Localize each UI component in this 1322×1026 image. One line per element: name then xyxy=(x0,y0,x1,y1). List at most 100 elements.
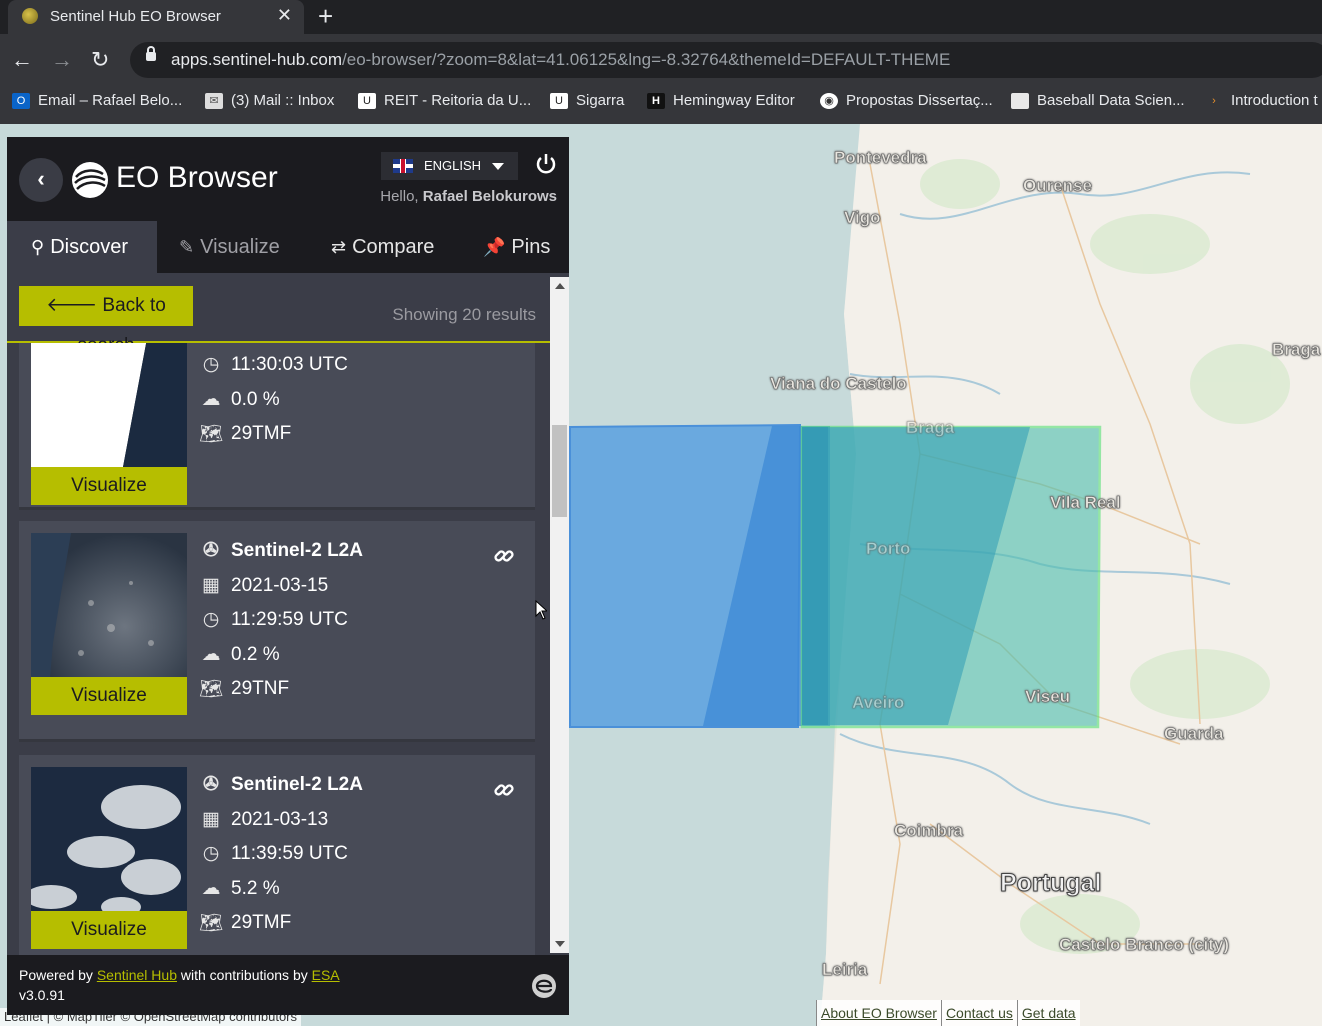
about-eo-browser-link[interactable]: About EO Browser xyxy=(816,1000,941,1026)
result-card: Visualize ✇ Sentinel-2 L2A ▦ 2021-03-13 ◷ 1… xyxy=(19,755,535,955)
url-text: apps.sentinel-hub.com/eo-browser/?zoom=8… xyxy=(171,50,950,70)
contact-us-link[interactable]: Contact us xyxy=(940,1000,1017,1026)
chevron-icon: › xyxy=(1212,94,1216,107)
map-label-braga: Braga xyxy=(906,418,955,438)
cloud-icon: ☁ xyxy=(201,389,221,410)
map-label-ourense: Ourense xyxy=(1023,176,1093,196)
clock-icon: ◷ xyxy=(202,609,220,630)
result-tile: 29TMF xyxy=(231,423,292,444)
mouse-cursor-icon xyxy=(535,600,547,620)
visualize-button[interactable]: Visualize xyxy=(31,677,187,715)
globe-icon: ◉ xyxy=(820,92,838,109)
sentinel-hub-logo-icon xyxy=(72,162,108,198)
calendar-icon: ▦ xyxy=(202,809,220,830)
tab-compare[interactable]: ⇄ Compare xyxy=(331,221,434,273)
bookmark-sigarra[interactable]: U Sigarra xyxy=(550,92,624,109)
bookmark-label: Hemingway Editor xyxy=(673,92,795,109)
results-list[interactable]: Visualize ▦ 2021-03-15 ◷ 11:30:03 UTC ☁ 0.0… xyxy=(7,343,557,955)
clock-icon: ◷ xyxy=(202,354,220,375)
app-title: EO Browser xyxy=(116,161,278,194)
link-icon[interactable] xyxy=(493,779,515,801)
map-icon: 🗺 xyxy=(199,679,224,700)
result-thumbnail[interactable] xyxy=(31,767,187,923)
tile-row: 🗺 29TMF xyxy=(199,422,291,446)
compare-icon: ⇄ xyxy=(331,237,347,257)
satellite-icon: ✇ xyxy=(203,774,219,795)
url-host: apps.sentinel-hub.com xyxy=(171,50,343,69)
bookmark-label: Propostas Dissertaç... xyxy=(846,92,993,109)
tile-row: 🗺 29TMF xyxy=(199,911,291,935)
result-date: 2021-03-13 xyxy=(231,808,329,830)
contributions-text: with contributions by xyxy=(177,967,312,983)
result-thumbnail[interactable] xyxy=(31,343,187,467)
browser-tab[interactable]: Sentinel Hub EO Browser ✕ xyxy=(8,0,304,34)
visualize-button[interactable]: Visualize xyxy=(31,911,187,949)
cloud-row: ☁ 0.0 % xyxy=(199,388,280,411)
user-name: Rafael Belokurows xyxy=(422,188,557,205)
time-row: ◷ 11:30:03 UTC xyxy=(199,353,348,376)
bookmarks-bar: O Email – Rafael Belo... ✉ (3) Mail :: Inb… xyxy=(0,86,1322,125)
scrollbar-thumb[interactable] xyxy=(552,425,567,517)
esa-link[interactable]: ESA xyxy=(312,967,340,983)
title-row: ✇ Sentinel-2 L2A xyxy=(199,539,363,562)
map-label-viseu: Viseu xyxy=(1025,687,1071,707)
tab-discover[interactable]: ⚲ Discover xyxy=(7,221,157,273)
map-footer-links: About EO Browser Contact us Get data xyxy=(816,1000,1080,1026)
satellite-icon: ✇ xyxy=(203,540,219,561)
bookmark-baseball[interactable]: Baseball Data Scien... xyxy=(1011,92,1185,109)
result-cloud: 0.2 % xyxy=(231,643,280,665)
scroll-up-icon[interactable] xyxy=(555,283,565,289)
result-cloud: 0.0 % xyxy=(231,388,280,410)
result-thumbnail[interactable] xyxy=(31,533,187,689)
sentinel-favicon-icon xyxy=(22,8,38,24)
collapse-panel-button[interactable]: ‹ xyxy=(19,158,63,202)
brush-icon: ✎ xyxy=(179,237,195,257)
powered-by-prefix: Powered by xyxy=(19,967,97,983)
back-to-search-button[interactable]: 🡐 Back to search xyxy=(19,286,193,356)
map-label-coimbra: Coimbra xyxy=(894,821,964,841)
reload-icon[interactable]: ↻ xyxy=(91,47,109,73)
powered-by-text: Powered by Sentinel Hub with contributio… xyxy=(19,967,340,983)
user-greeting: Hello, Rafael Belokurows xyxy=(380,188,557,205)
new-tab-button[interactable]: + xyxy=(318,1,333,31)
bookmark-label: Sigarra xyxy=(576,92,625,109)
mail-icon: ✉ xyxy=(205,92,223,109)
bookmark-label: REIT - Reitoria da U... xyxy=(384,92,532,109)
map-label-pontevedra: Pontevedra xyxy=(834,148,927,168)
language-selector[interactable]: ENGLISH xyxy=(381,152,518,180)
bookmark-reit[interactable]: U REIT - Reitoria da U... xyxy=(358,92,531,109)
lock-icon xyxy=(146,46,156,61)
bookmark-propostas[interactable]: ◉ Propostas Dissertaç... xyxy=(820,92,993,109)
search-icon: ⚲ xyxy=(31,237,45,257)
close-tab-icon[interactable]: ✕ xyxy=(277,5,292,26)
bookmark-hemingway[interactable]: H Hemingway Editor xyxy=(647,92,795,109)
result-card: Visualize ▦2021-03-15 ◷11:30:03 UTC ☁0.0… xyxy=(19,343,535,510)
logout-power-icon[interactable] xyxy=(535,153,557,175)
bookmark-email[interactable]: O Email – Rafael Belo... xyxy=(12,92,182,109)
visualize-button[interactable]: Visualize xyxy=(31,467,187,505)
map-label-viana-do-castelo: Viana do Castelo xyxy=(770,374,907,394)
bookmark-introduction[interactable]: › Introduction t xyxy=(1205,92,1318,109)
results-toolbar: 🡐 Back to search Showing 20 results xyxy=(7,273,557,356)
time-row: ◷ 11:29:59 UTC xyxy=(199,608,348,631)
sentinel-hub-link[interactable]: Sentinel Hub xyxy=(97,967,177,983)
address-bar[interactable]: apps.sentinel-hub.com/eo-browser/?zoom=8… xyxy=(130,42,1322,78)
results-count: Showing 20 results xyxy=(392,305,536,324)
map-label-braganca: Braga xyxy=(1272,340,1321,360)
forward-arrow-icon[interactable]: → xyxy=(51,47,73,73)
bookmark-label: Introduction t xyxy=(1231,92,1318,109)
back-arrow-icon[interactable]: ← xyxy=(11,47,33,73)
scroll-down-icon[interactable] xyxy=(555,941,565,947)
tab-pins[interactable]: 📌 Pins xyxy=(483,221,550,273)
map-label-portugal: Portugal xyxy=(999,869,1102,898)
greeting-prefix: Hello, xyxy=(380,188,423,205)
result-tile: 29TNF xyxy=(231,678,290,699)
result-tile: 29TMF xyxy=(231,912,292,933)
bookmark-mail[interactable]: ✉ (3) Mail :: Inbox xyxy=(205,92,334,109)
link-icon[interactable] xyxy=(493,545,515,567)
tab-visualize[interactable]: ✎ Visualize xyxy=(179,221,280,273)
date-row: ▦ 2021-03-15 xyxy=(199,574,328,597)
tab-label: Visualize xyxy=(200,236,280,258)
get-data-link[interactable]: Get data xyxy=(1016,1000,1080,1026)
results-scrollbar[interactable] xyxy=(550,277,569,953)
